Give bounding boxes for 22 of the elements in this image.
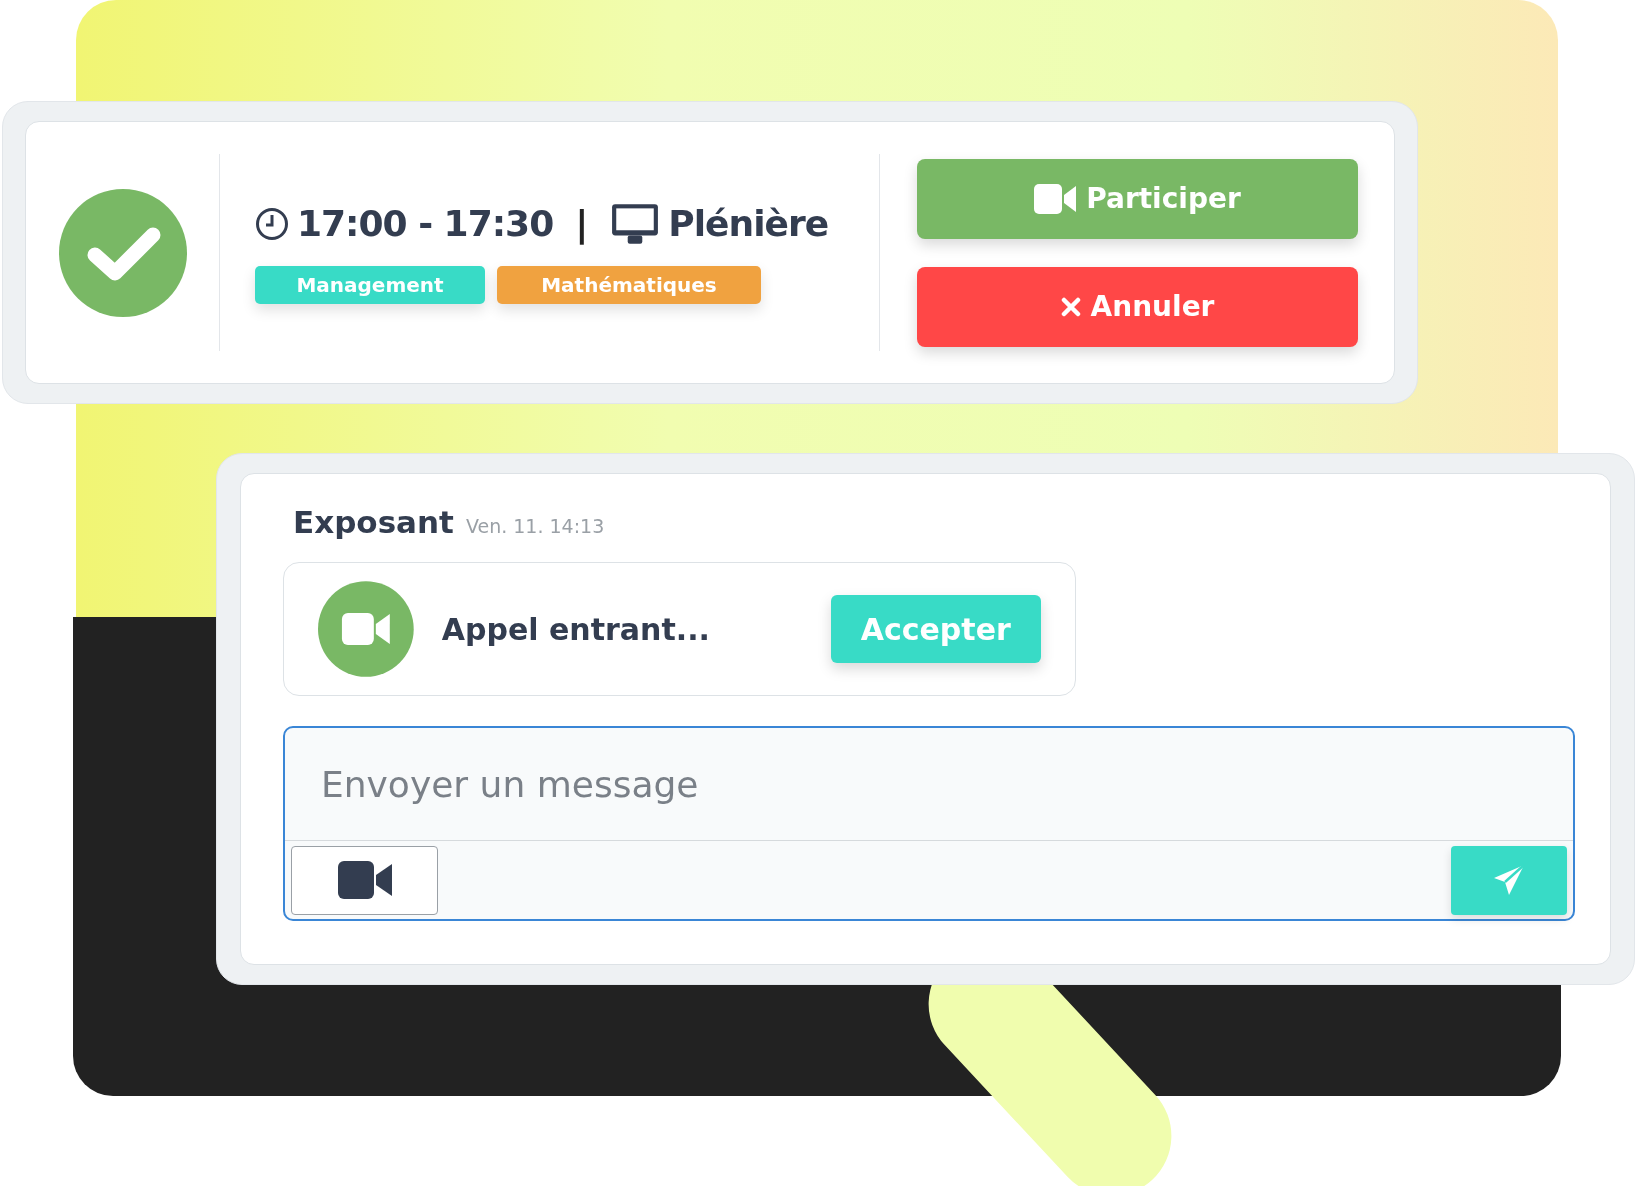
- message-field[interactable]: Envoyer un message: [285, 728, 1573, 841]
- cancel-button[interactable]: Annuler: [917, 266, 1358, 347]
- call-status: Appel entrant...: [441, 611, 711, 647]
- message-composer[interactable]: Envoyer un message: [283, 726, 1575, 921]
- join-button[interactable]: Participer: [917, 158, 1358, 239]
- sender-name: Exposant: [293, 504, 454, 540]
- video-camera-icon: [318, 581, 414, 677]
- separator: |: [575, 203, 589, 244]
- video-button[interactable]: [291, 845, 438, 915]
- accept-button[interactable]: Accepter: [830, 595, 1041, 663]
- check-icon: [58, 188, 187, 317]
- close-icon: [1060, 296, 1081, 317]
- message-timestamp: Ven. 11. 14:13: [465, 515, 605, 537]
- tag: Management: [255, 265, 485, 304]
- send-icon: [1492, 863, 1526, 897]
- room-name: Plénière: [668, 203, 829, 244]
- session-time: 17:00 - 17:30: [297, 203, 554, 244]
- video-camera-icon: [1034, 183, 1077, 214]
- monitor-icon: [610, 201, 661, 246]
- clock-icon: [255, 206, 289, 241]
- tag: Mathématiques: [497, 265, 761, 304]
- video-camera-icon: [337, 861, 392, 899]
